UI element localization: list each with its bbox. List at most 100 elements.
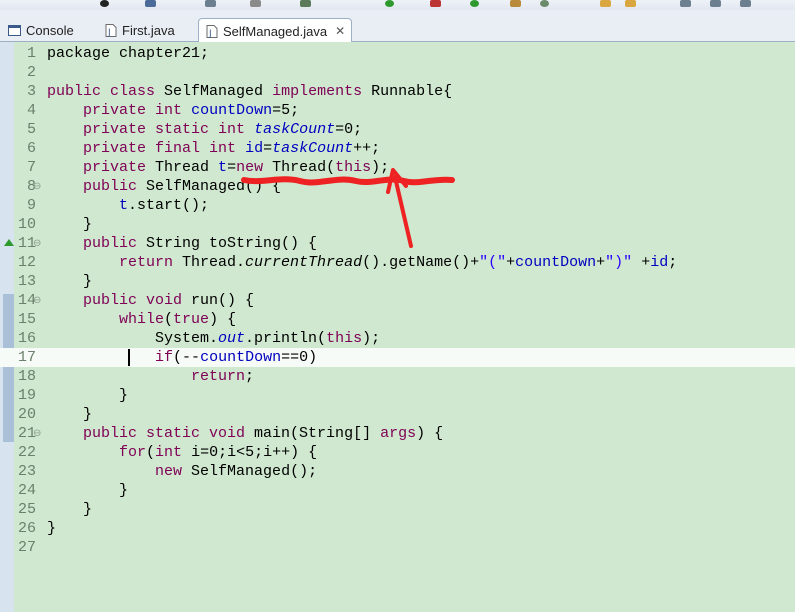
code-text: } xyxy=(47,481,128,500)
code-text: private static int taskCount=0; xyxy=(47,120,362,139)
toolbar-icon-back[interactable] xyxy=(680,0,691,7)
code-token: Runnable{ xyxy=(362,83,453,100)
code-editor[interactable]: 1 package chapter21; 2 3 public class SelfMa… xyxy=(0,42,795,612)
code-token: taskCount xyxy=(272,140,354,157)
code-line[interactable]: 15 while(true) { xyxy=(0,310,795,329)
code-line[interactable]: 7 private Thread t=new Thread(this); xyxy=(0,158,795,177)
code-line[interactable]: 25 } xyxy=(0,500,795,519)
line-number: 6 xyxy=(26,140,36,157)
code-line[interactable]: 11 ⊖ public String toString() { xyxy=(0,234,795,253)
code-text: } xyxy=(47,519,56,538)
code-token: return xyxy=(119,254,174,271)
line-number: 13 xyxy=(17,273,36,290)
code-line[interactable]: 22 for(int i=0;i<5;i++) { xyxy=(0,443,795,462)
toolbar-icon-open-file[interactable] xyxy=(625,0,636,7)
code-token: Thread( xyxy=(263,159,336,176)
code-token: true xyxy=(173,311,210,328)
tab-selfmanaged-java[interactable]: J SelfManaged.java ✕ xyxy=(198,18,353,43)
code-text: private Thread t=new Thread(this); xyxy=(47,158,389,177)
toolbar-icon-package[interactable] xyxy=(510,0,521,7)
code-line[interactable]: 16 System.out.println(this); xyxy=(0,329,795,348)
code-token: ); xyxy=(362,330,381,347)
toolbar-icon-plugin[interactable] xyxy=(300,0,311,7)
toolbar-icon-edit[interactable] xyxy=(250,0,261,7)
code-line[interactable]: 26} xyxy=(0,519,795,538)
code-line[interactable]: 18 return; xyxy=(0,367,795,386)
code-text: public class SelfManaged implements Runn… xyxy=(47,82,452,101)
line-number: 20 xyxy=(17,406,36,423)
toolbar-icon-open-folder[interactable] xyxy=(600,0,611,7)
code-line[interactable]: 23 new SelfManaged(); xyxy=(0,462,795,481)
toolbar-icon-new-class[interactable] xyxy=(470,0,479,7)
code-line[interactable]: 20 } xyxy=(0,405,795,424)
code-line[interactable]: 21 ⊖ public static void main(String[] arg… xyxy=(0,424,795,443)
toolbar-icon-search[interactable] xyxy=(540,0,549,7)
line-number: 16 xyxy=(17,330,36,347)
code-line[interactable]: 1 package chapter21; xyxy=(0,44,795,63)
toolbar-icon-forward[interactable] xyxy=(710,0,721,7)
fold-toggle-icon[interactable]: ⊖ xyxy=(33,234,41,253)
toolbar-icon-new[interactable] xyxy=(430,0,441,7)
code-line[interactable]: 2 xyxy=(0,63,795,82)
code-token: i=0;i<5;i++) { xyxy=(182,444,318,461)
code-token: (-- xyxy=(173,349,201,366)
code-token: new xyxy=(155,463,183,480)
tab-console[interactable]: Console xyxy=(2,18,80,42)
code-line[interactable]: 12 return Thread.currentThread().getName… xyxy=(0,253,795,272)
code-text: for(int i=0;i<5;i++) { xyxy=(47,443,317,462)
toolbar-icon-run[interactable] xyxy=(100,0,109,7)
tab-first-java[interactable]: J First.java xyxy=(98,18,181,42)
code-line[interactable]: 8 ⊖ public SelfManaged() { xyxy=(0,177,795,196)
code-line[interactable]: 17 if(--countDown==0) xyxy=(0,348,795,367)
code-token: run() { xyxy=(182,292,255,309)
code-token: t xyxy=(119,197,129,214)
close-icon[interactable]: ✕ xyxy=(335,25,345,37)
code-text: t.start(); xyxy=(47,196,209,215)
line-number: 4 xyxy=(26,102,36,119)
code-token: } xyxy=(47,501,93,518)
code-line[interactable]: 24 } xyxy=(0,481,795,500)
code-token: private final int xyxy=(83,140,237,157)
code-line[interactable]: 10 } xyxy=(0,215,795,234)
override-marker-icon xyxy=(4,239,14,246)
code-token: Thread xyxy=(146,159,219,176)
code-line[interactable]: 5 private static int taskCount=0; xyxy=(0,120,795,139)
code-token: ( xyxy=(164,311,174,328)
line-number: 24 xyxy=(17,482,36,499)
code-text: private int countDown=5; xyxy=(47,101,299,120)
line-number: 5 xyxy=(26,121,36,138)
code-line[interactable]: 4 private int countDown=5; xyxy=(0,101,795,120)
code-text: } xyxy=(47,386,128,405)
code-line[interactable]: 13 } xyxy=(0,272,795,291)
toolbar-icon-run-green[interactable] xyxy=(385,0,394,7)
code-token: ( xyxy=(146,444,156,461)
fold-toggle-icon[interactable]: ⊖ xyxy=(33,291,41,310)
code-line[interactable]: 9 t.start(); xyxy=(0,196,795,215)
code-line[interactable]: 6 private final int id=taskCount++; xyxy=(0,139,795,158)
code-line[interactable]: 14 ⊖ public void run() { xyxy=(0,291,795,310)
code-token: private int xyxy=(83,102,183,119)
code-text: public static void main(String[] args) { xyxy=(47,424,443,443)
code-token: } xyxy=(47,216,93,233)
fold-toggle-icon[interactable]: ⊖ xyxy=(33,424,41,443)
code-line[interactable]: 27 xyxy=(0,538,795,557)
line-number: 27 xyxy=(17,539,36,556)
toolbar-icon-nav[interactable] xyxy=(740,0,751,7)
console-icon xyxy=(8,24,21,37)
code-token: = xyxy=(227,159,237,176)
code-text: public SelfManaged() { xyxy=(47,177,281,196)
code-token: ++; xyxy=(353,140,381,157)
code-token: countDown xyxy=(191,102,273,119)
code-line[interactable]: 19 } xyxy=(0,386,795,405)
fold-toggle-icon[interactable]: ⊖ xyxy=(33,177,41,196)
code-token: this xyxy=(335,159,372,176)
code-token: "(" xyxy=(479,254,507,271)
toolbar-icon-debug[interactable] xyxy=(145,0,156,7)
code-line[interactable]: 3 public class SelfManaged implements Run… xyxy=(0,82,795,101)
toolbar-icon-pointer[interactable] xyxy=(205,0,216,7)
editor-tab-bar: Console J First.java J SelfManaged.java … xyxy=(0,10,795,43)
